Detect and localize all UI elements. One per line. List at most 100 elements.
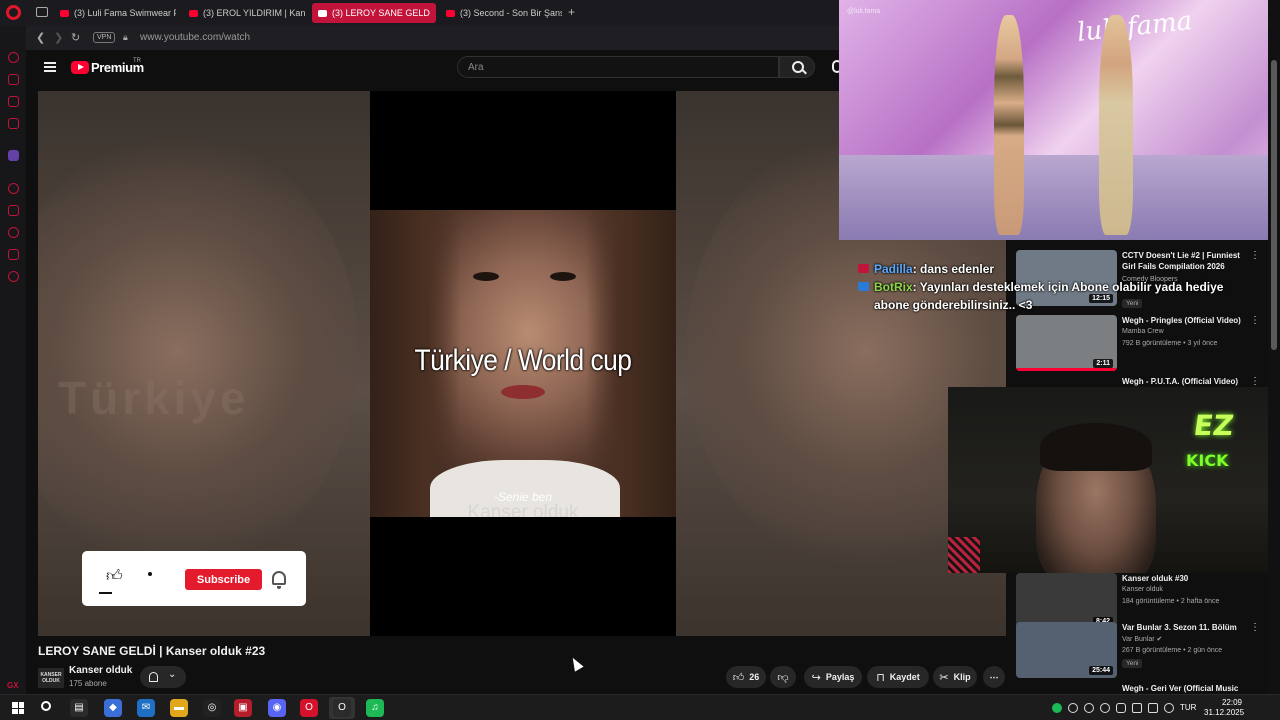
bookmark-icon[interactable]	[8, 205, 19, 216]
copilot-taskbar-icon[interactable]: ◆	[104, 699, 122, 717]
opera-taskbar-icon[interactable]: O	[300, 699, 318, 717]
network-icon[interactable]	[1084, 703, 1094, 713]
tab-leroy-sane[interactable]: (3) LEROY SANE GELD	[312, 3, 436, 23]
notification-bell-button[interactable]: ⌄	[140, 666, 186, 688]
recommendation-item[interactable]: Wegh - P.U.T.A. (Official Video) ⋮	[1016, 376, 1268, 387]
opera-gx-taskbar-icon[interactable]: O	[333, 699, 351, 717]
video-thumbnail[interactable]: 8:42	[1016, 573, 1117, 629]
save-button[interactable]: ⊓ Kaydet	[867, 666, 929, 688]
youtube-logo-icon[interactable]	[71, 61, 89, 74]
wifi-icon[interactable]	[1148, 703, 1158, 713]
windows-start-icon[interactable]	[12, 702, 24, 714]
mouse-cursor-icon	[568, 655, 584, 672]
video-thumbnail[interactable]: 2:11	[1016, 315, 1117, 371]
thumb-down-icon: 👎︎	[777, 671, 789, 684]
spotify-tray-icon[interactable]	[1052, 703, 1062, 713]
channel-avatar[interactable]: KANSER OLDUK	[38, 668, 64, 688]
discord-tray-icon[interactable]	[1068, 703, 1078, 713]
volume-icon[interactable]	[1164, 703, 1174, 713]
messenger-icon[interactable]	[8, 96, 19, 107]
discord-taskbar-icon[interactable]: ◉	[268, 699, 286, 717]
recommendation-title[interactable]: Var Bunlar 3. Sezon 11. Bölüm	[1122, 622, 1247, 633]
video-caption-title: Türkiye / World cup	[414, 344, 632, 377]
model-figure	[1099, 15, 1133, 235]
search-input[interactable]	[457, 56, 779, 78]
search-button[interactable]	[779, 56, 815, 78]
gx-icon[interactable]: GX	[7, 681, 19, 690]
clock-date: 31.12.2025	[1204, 708, 1245, 717]
file-explorer-taskbar-icon[interactable]: ▬	[170, 699, 188, 717]
settings-icon[interactable]	[8, 271, 19, 282]
monitor-icon[interactable]	[1132, 703, 1142, 713]
outlook-taskbar-icon[interactable]: ✉	[137, 699, 155, 717]
history-icon[interactable]	[8, 52, 19, 63]
recommendation-title[interactable]: Wegh - Geri Ver (Official Music	[1122, 683, 1247, 694]
youtube-favicon-icon	[189, 9, 198, 17]
clock[interactable]: 22:09 31.12.2025	[1204, 698, 1245, 718]
windows-taskbar: ▤ ◆ ✉ ▬ ◎ ▣ ◉ O O ♫ TUR 22:09 31.12.2025	[0, 694, 1280, 720]
recommendation-item[interactable]: 8:42 Kanser olduk #30 Kanser olduk 184 g…	[1016, 573, 1268, 629]
dislike-button[interactable]: 👎︎	[770, 666, 796, 688]
more-options-icon[interactable]: ⋮	[1250, 376, 1260, 387]
more-actions-button[interactable]: ⋯	[983, 666, 1005, 688]
recommendation-title[interactable]: Wegh - Pringles (Official Video)	[1122, 315, 1247, 326]
recommendation-item[interactable]: Wegh - Geri Ver (Official Music	[1016, 683, 1268, 693]
tab-erol-yildirim[interactable]: (3) EROL YILDIRIM | Kanse	[183, 3, 305, 23]
url-text[interactable]: www.youtube.com/watch	[140, 32, 250, 43]
recommendation-title[interactable]: Kanser olduk #30	[1122, 573, 1247, 584]
page-scrollbar[interactable]	[1268, 0, 1280, 694]
video-thumbnail[interactable]: 25:44	[1016, 622, 1117, 678]
player-icon[interactable]	[8, 183, 19, 194]
video-watermark: Kanser olduk	[467, 502, 579, 517]
new-tab-button[interactable]: +	[568, 5, 575, 19]
twitch-icon[interactable]	[8, 150, 19, 161]
recommendation-item[interactable]: 25:44 Var Bunlar 3. Sezon 11. Bölüm Var …	[1016, 622, 1268, 678]
more-options-icon[interactable]: ⋮	[1250, 315, 1260, 326]
video-frame[interactable]: Türkiye / World cup -Senie ben Kanser ol…	[370, 91, 676, 636]
scrollbar-thumb[interactable]	[1271, 60, 1277, 350]
lock-icon[interactable]: 🔒︎	[123, 32, 128, 43]
shield-icon[interactable]	[1100, 703, 1110, 713]
opera-logo-icon[interactable]	[6, 5, 21, 20]
hamburger-menu-icon[interactable]	[44, 62, 56, 72]
spotify-taskbar-icon[interactable]: ♫	[366, 699, 384, 717]
recommendation-title[interactable]: Wegh - P.U.T.A. (Official Video)	[1122, 376, 1247, 387]
subscribe-button[interactable]: Subscribe	[185, 569, 262, 590]
extensions-icon[interactable]	[8, 249, 19, 260]
recommendation-meta: 792 B görüntüleme • 3 yıl önce	[1122, 340, 1218, 347]
share-button[interactable]: ↪ Paylaş	[804, 666, 862, 688]
task-view-taskbar-icon[interactable]: ▤	[70, 699, 88, 717]
scissors-icon: ✂	[939, 671, 949, 684]
vpn-badge[interactable]: VPN	[93, 32, 116, 43]
clock-icon[interactable]	[8, 227, 19, 238]
model-figure	[994, 15, 1024, 235]
runway	[839, 155, 1268, 240]
user-badge-icon	[858, 264, 869, 273]
channel-name[interactable]: Kanser olduk	[69, 665, 132, 676]
instagram-icon[interactable]	[8, 118, 19, 129]
recommendation-item[interactable]: 2:11 Wegh - Pringles (Official Video) Ma…	[1016, 315, 1268, 371]
more-options-icon[interactable]: ⋮	[1250, 622, 1260, 633]
youtube-favicon-icon	[446, 9, 455, 17]
recommendation-channel[interactable]: Var Bunlar ✔	[1122, 635, 1162, 643]
reload-icon[interactable]: ↻	[71, 31, 80, 44]
recommendation-channel[interactable]: Kanser olduk	[1122, 586, 1163, 593]
browser-sidebar: GX ⋯	[0, 26, 26, 710]
search-icon[interactable]	[41, 701, 51, 711]
workspace-icon[interactable]	[36, 7, 48, 17]
keyboard-language[interactable]: TUR	[1180, 703, 1196, 712]
chevron-down-icon: ⌄	[168, 669, 177, 680]
tab-second[interactable]: (3) Second - Son Bir Şans	[440, 3, 562, 23]
edge-taskbar-icon[interactable]: ◎	[203, 699, 221, 717]
channel-subscriber-count: 175 abone	[69, 679, 107, 688]
like-button[interactable]: 👍︎ 26	[726, 666, 766, 688]
back-icon[interactable]: ❮	[36, 31, 45, 44]
forward-icon[interactable]: ❯	[54, 31, 63, 44]
recommendation-channel[interactable]: Mamba Crew	[1122, 328, 1164, 335]
overlay-watermark: @luli.fama	[847, 8, 881, 15]
music-icon[interactable]	[8, 74, 19, 85]
tab-luli-fama[interactable]: (3) Luli Fama Swimwear Fa	[54, 3, 176, 23]
voice-app-taskbar-icon[interactable]: ▣	[234, 699, 252, 717]
microphone-icon[interactable]	[1116, 703, 1126, 713]
clip-button[interactable]: ✂ Klip	[933, 666, 977, 688]
